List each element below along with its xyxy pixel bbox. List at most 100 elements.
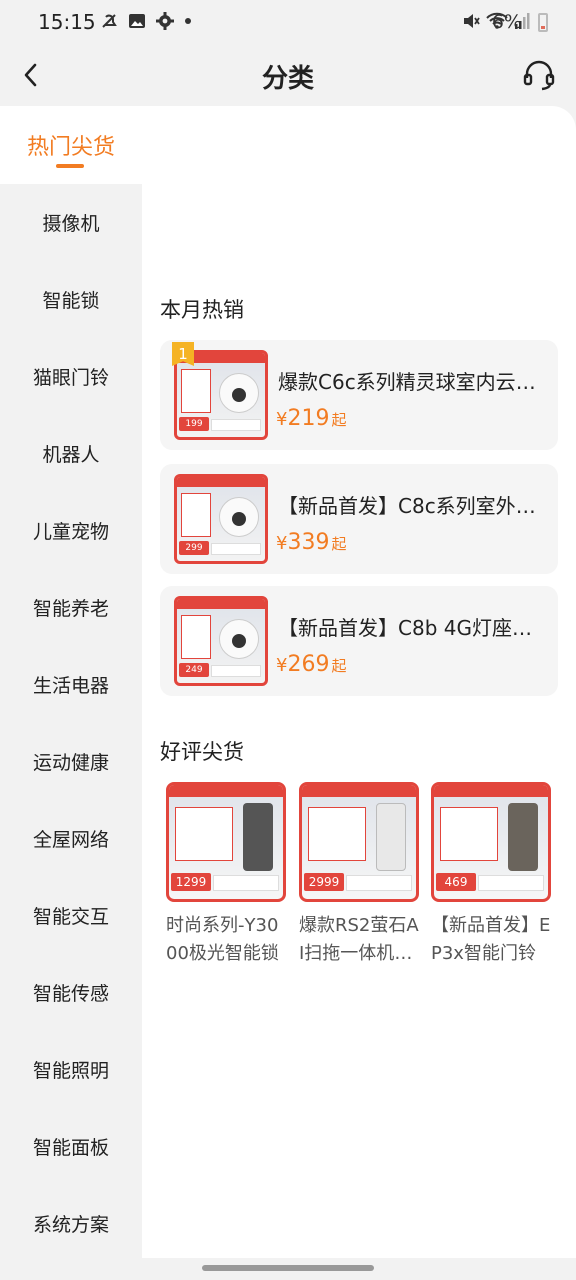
sidebar-item-smart-lock[interactable]: 智能锁 — [0, 261, 142, 338]
sidebar-item-label: 运动健康 — [32, 752, 109, 774]
status-time: 15:15 — [38, 10, 96, 34]
sidebar-item-label: 机器人 — [42, 444, 100, 466]
price-suffix: 起 — [331, 657, 347, 675]
dot-icon — [185, 18, 191, 24]
mute-icon — [464, 14, 480, 28]
sidebar-item-label: 智能交互 — [32, 906, 109, 928]
doorbell-image — [508, 803, 538, 871]
thumb-banner — [177, 477, 265, 487]
thumb-promo-box — [308, 807, 366, 861]
customer-service-button[interactable] — [518, 54, 560, 96]
sidebar-item-network[interactable]: 全屋网络 — [0, 800, 142, 877]
sidebar-item-label: 热门尖货 — [26, 134, 115, 160]
thumb-promo-box — [181, 369, 211, 413]
thumb-banner — [169, 785, 283, 797]
product-name: 【新品首发】C8b 4G灯座摄像机 — [278, 616, 540, 640]
thumb-footer — [346, 875, 412, 891]
price-suffix: 起 — [331, 535, 347, 553]
sidebar-item-label: 智能养老 — [32, 598, 109, 620]
sidebar-item-camera[interactable]: 摄像机 — [0, 184, 142, 261]
thumb-footer — [211, 419, 261, 431]
sidebar-item-solutions[interactable]: 系统方案 — [0, 1185, 142, 1262]
thumb-promo-box — [175, 807, 233, 861]
camera-image — [219, 497, 259, 537]
sidebar-item-elderly-care[interactable]: 智能养老 — [0, 569, 142, 646]
camera-image — [219, 373, 259, 413]
product-image: 199 — [174, 350, 268, 440]
product-name: 【新品首发】EP3x智能门铃 — [431, 915, 551, 964]
product-image: 1299 — [166, 782, 286, 902]
product-name: 爆款RS2萤石AI扫拖一体机器人 — [299, 915, 419, 964]
thumb-banner — [434, 785, 548, 797]
currency-symbol: ¥ — [276, 533, 288, 554]
product-image: 469 — [431, 782, 551, 902]
sidebar-item-label: 儿童宠物 — [32, 521, 109, 543]
sidebar-item-sensors[interactable]: 智能传感 — [0, 954, 142, 1031]
battery-icon — [538, 13, 548, 32]
product-price: ¥ 339 起 — [276, 530, 346, 555]
review-product-card[interactable]: 2999 爆款RS2萤石AI扫拖一体机器人 — [299, 782, 419, 968]
image-icon — [129, 14, 145, 28]
sidebar-item-interaction[interactable]: 智能交互 — [0, 877, 142, 954]
section-title-hot: 本月热销 — [160, 298, 244, 322]
sidebar-item-hot[interactable]: 热门尖货 — [0, 106, 142, 183]
sidebar-item-kids-pets[interactable]: 儿童宠物 — [0, 492, 142, 569]
product-price: ¥ 269 起 — [276, 652, 346, 677]
smart-lock-image — [243, 803, 273, 871]
thumb-footer — [213, 875, 279, 891]
product-image: 299 — [174, 474, 268, 564]
thumb-price-tag: 469 — [436, 873, 476, 891]
sidebar-item-label: 智能锁 — [42, 290, 100, 312]
sidebar-item-robot[interactable]: 机器人 — [0, 415, 142, 492]
sidebar-item-panels[interactable]: 智能面板 — [0, 1108, 142, 1185]
hot-product-card[interactable]: 299 【新品首发】C8c系列室外摄像机 ¥ 339 起 — [160, 464, 558, 574]
product-image: 249 — [174, 596, 268, 686]
price-value: 269 — [287, 652, 330, 677]
sidebar-item-doorbell[interactable]: 猫眼门铃 — [0, 338, 142, 415]
settings-icon — [156, 12, 174, 30]
thumb-promo-box — [181, 615, 211, 659]
nav-bar: 分类 — [0, 44, 576, 106]
sidebar-item-fitness[interactable]: 运动健康 — [0, 723, 142, 800]
sidebar-item-appliances[interactable]: 生活电器 — [0, 646, 142, 723]
thumb-promo-box — [181, 493, 211, 537]
thumb-footer — [211, 665, 261, 677]
status-bar: 15:15 6% — [0, 0, 576, 44]
sidebar-item-label: 摄像机 — [42, 213, 100, 235]
thumb-price-tag: 2999 — [304, 873, 344, 891]
status-left-icons — [100, 12, 192, 30]
sidebar-item-label: 智能传感 — [32, 983, 109, 1005]
review-product-card[interactable]: 469 【新品首发】EP3x智能门铃 — [431, 782, 551, 968]
hot-product-card[interactable]: 249 【新品首发】C8b 4G灯座摄像机 ¥ 269 起 — [160, 586, 558, 696]
review-product-card[interactable]: 1299 时尚系列-Y3000极光智能锁 — [166, 782, 286, 968]
sidebar-item-label: 猫眼门铃 — [32, 367, 109, 389]
category-sidebar: 热门尖货 摄像机 智能锁 猫眼门铃 机器人 儿童宠物 智能养老 生活电器 运动健… — [0, 106, 142, 1258]
thumb-price-tag: 299 — [179, 541, 209, 555]
price-suffix: 起 — [331, 411, 347, 429]
robot-vacuum-image — [376, 803, 406, 871]
thumb-price-tag: 1299 — [171, 873, 211, 891]
thumb-footer — [211, 543, 261, 555]
price-value: 339 — [287, 530, 330, 555]
thumb-footer — [478, 875, 544, 891]
sidebar-item-label: 系统方案 — [32, 1214, 109, 1236]
price-value: 219 — [287, 406, 330, 431]
sidebar-item-lighting[interactable]: 智能照明 — [0, 1031, 142, 1108]
sidebar-item-label: 智能照明 — [32, 1060, 109, 1082]
camera-image — [219, 619, 259, 659]
headset-icon — [523, 60, 555, 91]
product-image: 2999 — [299, 782, 419, 902]
hot-product-card[interactable]: 199 1 爆款C6c系列精灵球室内云台摄像机 ¥ 219 起 — [160, 340, 558, 450]
product-name: 【新品首发】C8c系列室外摄像机 — [278, 494, 540, 518]
thumb-price-tag: 249 — [179, 663, 209, 677]
home-indicator[interactable] — [202, 1265, 374, 1271]
section-title-reviews: 好评尖货 — [160, 740, 244, 764]
active-indicator — [56, 164, 84, 168]
sidebar-item-label: 生活电器 — [32, 675, 109, 697]
thumb-promo-box — [440, 807, 498, 861]
notification-off-icon — [102, 14, 117, 28]
thumb-price-tag: 199 — [179, 417, 209, 431]
product-name: 爆款C6c系列精灵球室内云台摄像机 — [278, 370, 540, 394]
thumb-banner — [177, 599, 265, 609]
sidebar-item-label: 智能面板 — [32, 1137, 109, 1159]
